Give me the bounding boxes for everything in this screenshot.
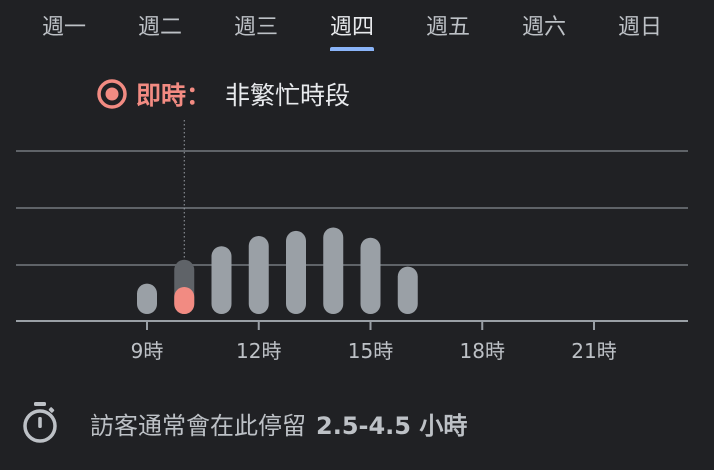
tab-day-4[interactable]: 週四 [312, 12, 392, 52]
bar-hour-13 [286, 230, 306, 314]
tab-label: 週一 [41, 15, 86, 40]
tab-day-1[interactable]: 週一 [24, 12, 104, 52]
live-label: 即時 [136, 81, 187, 110]
tab-day-5[interactable]: 週五 [408, 12, 488, 52]
live-status-text: 非繁忙時段 [225, 81, 351, 110]
live-icon [97, 79, 127, 109]
visit-duration-text: 訪客通常會在此停留 [90, 411, 306, 440]
bar-hour-12 [248, 236, 269, 314]
bar-hour-14 [323, 227, 344, 314]
x-tick-label-15: 15時 [348, 339, 393, 363]
bar-hour-9 [137, 283, 157, 314]
live-separator: ： [186, 81, 212, 110]
visit-duration: 訪客通常會在此停留 2.5-4.5 小時 [20, 398, 467, 448]
live-status: 即時 ： 非繁忙時段 [96, 74, 350, 114]
stopwatch-icon [23, 402, 57, 443]
bar-hour-16 [397, 266, 418, 314]
visit-duration-value: 2.5-4.5 小時 [316, 411, 468, 440]
x-tick-label-9: 9時 [131, 339, 164, 363]
popular-times-chart: 9時 12時 15時 18時 21時 [16, 120, 688, 363]
tab-label: 週日 [617, 15, 662, 40]
tab-label: 週五 [425, 15, 470, 40]
bar-hour-11 [211, 246, 232, 314]
tab-label: 週四 [329, 15, 374, 40]
bar-hour-15 [360, 237, 381, 314]
tab-label: 週六 [521, 15, 566, 40]
tab-day-7[interactable]: 週日 [600, 12, 680, 52]
x-tick-label-21: 21時 [571, 339, 616, 363]
x-tick-label-12: 12時 [236, 339, 281, 363]
tab-label: 週三 [233, 15, 278, 40]
active-tab-indicator [330, 47, 374, 51]
tab-day-6[interactable]: 週六 [504, 12, 584, 52]
day-tabs: 週一 週二 週三 週四 週五 週六 週日 [0, 0, 714, 56]
live-bar-hour-10 [174, 287, 195, 314]
tab-day-3[interactable]: 週三 [216, 12, 296, 52]
tab-day-2[interactable]: 週二 [120, 12, 200, 52]
tab-label: 週二 [137, 15, 182, 40]
x-tick-label-18: 18時 [460, 339, 505, 363]
